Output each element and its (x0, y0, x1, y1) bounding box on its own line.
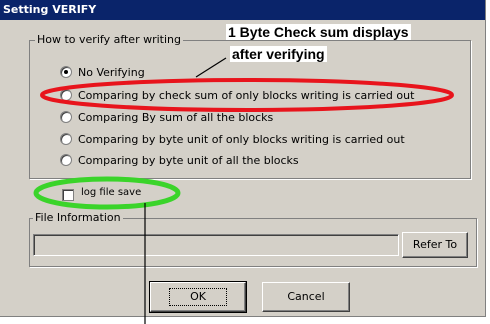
cancel-button[interactable]: Cancel (262, 282, 350, 312)
title-bar[interactable]: Setting VERIFY (0, 0, 485, 20)
annotation-line-1: 1 Byte Check sum displays (226, 24, 411, 40)
radio-label: Comparing by byte unit of only blocks wr… (78, 132, 405, 146)
radio-checksum-written-blocks[interactable]: Comparing by check sum of only blocks wr… (60, 87, 414, 103)
radio-label: Comparing By sum of all the blocks (78, 110, 274, 124)
radio-button-icon[interactable] (60, 89, 72, 101)
radio-button-icon[interactable] (60, 133, 72, 145)
radio-no-verifying[interactable]: No Verifying (60, 64, 145, 80)
radio-button-icon[interactable] (60, 154, 72, 166)
ok-button[interactable]: OK (149, 281, 247, 313)
radio-label: Comparing by byte unit of all the blocks (78, 153, 299, 167)
radio-sum-all-blocks[interactable]: Comparing By sum of all the blocks (60, 109, 273, 125)
window-title: Setting VERIFY (3, 3, 97, 16)
radio-button-icon[interactable] (60, 111, 72, 123)
file-information-label: File Information (33, 211, 123, 224)
log-file-save-checkbox[interactable] (62, 189, 74, 201)
radio-label: Comparing by check sum of only blocks wr… (78, 88, 415, 102)
radio-button-icon[interactable] (60, 66, 72, 78)
annotation-line-2: after verifying (230, 46, 327, 62)
radio-byte-all-blocks[interactable]: Comparing by byte unit of all the blocks (60, 152, 299, 168)
refer-to-button[interactable]: Refer To (402, 232, 468, 258)
radio-byte-written-blocks[interactable]: Comparing by byte unit of only blocks wr… (60, 131, 405, 147)
radio-label: No Verifying (78, 65, 145, 79)
verify-method-group-label: How to verify after writing (35, 33, 183, 46)
log-file-save-label: log file save (81, 187, 142, 198)
file-path-field[interactable] (33, 234, 399, 256)
focus-rectangle (169, 288, 227, 306)
